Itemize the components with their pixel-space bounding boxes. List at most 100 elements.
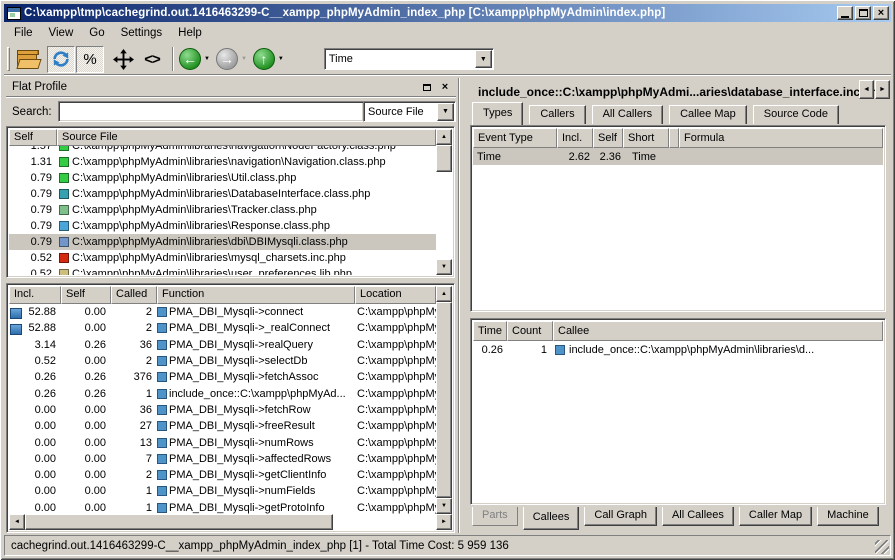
column-header[interactable]: Self (9, 129, 57, 146)
source-file-row[interactable]: 1.31C:\xampp\phpMyAdmin\libraries\naviga… (9, 154, 436, 170)
function-row[interactable]: 52.880.002PMA_DBI_Mysqli->connectC:\xamp… (9, 304, 436, 320)
column-header[interactable]: Self (593, 128, 623, 148)
forward-control[interactable]: → ▼ (216, 48, 247, 70)
dock-float-button[interactable] (420, 81, 434, 94)
menu-bar: FileViewGoSettingsHelp (4, 23, 891, 43)
column-header[interactable]: Location (355, 286, 436, 304)
group-combo-dropdown-button[interactable]: ▼ (437, 103, 454, 121)
column-header[interactable]: Event Type (473, 128, 557, 148)
close-button[interactable]: × (873, 6, 889, 20)
function-row[interactable]: 0.000.001PMA_DBI_Mysqli->numFieldsC:\xam… (9, 483, 436, 499)
tab-types[interactable]: Types (472, 102, 523, 125)
column-header[interactable]: Self (61, 286, 111, 304)
function-cell: include_once::C:\xampp\phpMyAd... (157, 388, 355, 400)
tab-machine[interactable]: Machine (817, 507, 879, 526)
menu-item-help[interactable]: Help (170, 25, 210, 41)
source-file-row[interactable]: 0.79C:\xampp\phpMyAdmin\libraries\dbi\DB… (9, 234, 436, 250)
scrollbar-thumb[interactable] (25, 514, 333, 530)
column-header[interactable]: Incl. (557, 128, 593, 148)
function-row[interactable]: 0.000.0013PMA_DBI_Mysqli->numRowsC:\xamp… (9, 434, 436, 450)
open-file-button[interactable] (14, 46, 42, 73)
source-file-row[interactable]: 0.52C:\xampp\phpMyAdmin\libraries\mysql_… (9, 250, 436, 266)
types-table-header: Event TypeIncl.SelfShort Formula (473, 128, 883, 148)
column-header[interactable]: Source File (57, 129, 436, 146)
function-row[interactable]: 0.260.261include_once::C:\xampp\phpMyAd.… (9, 385, 436, 401)
source-file-row[interactable]: 0.79C:\xampp\phpMyAdmin\libraries\Respon… (9, 218, 436, 234)
function-row[interactable]: 0.260.26376PMA_DBI_Mysqli->fetchAssocC:\… (9, 369, 436, 385)
function-row[interactable]: 0.000.002PMA_DBI_Mysqli->getClientInfoC:… (9, 467, 436, 483)
tab-caller-map[interactable]: Caller Map (739, 507, 812, 526)
column-header[interactable]: Short (623, 128, 669, 148)
source-file-row[interactable]: 0.79C:\xampp\phpMyAdmin\libraries\Databa… (9, 186, 436, 202)
incl-cost-cell: 0.00 (9, 404, 61, 416)
menu-item-go[interactable]: Go (81, 25, 112, 41)
chevron-right-icon: ► (441, 519, 447, 525)
scrollbar-thumb[interactable] (436, 302, 452, 498)
menu-item-view[interactable]: View (41, 25, 82, 41)
function-row[interactable]: 0.000.0027PMA_DBI_Mysqli->freeResultC:\x… (9, 418, 436, 434)
tab-source-code[interactable]: Source Code (753, 105, 839, 124)
file-color-icon (59, 146, 69, 151)
scroll-right-button[interactable]: ► (436, 514, 452, 530)
column-header[interactable] (669, 128, 679, 148)
tab-scroll-left-button[interactable]: ◄ (859, 80, 874, 99)
scroll-up-button[interactable]: ▲ (436, 286, 452, 302)
column-header[interactable]: Formula (679, 128, 883, 148)
tab-all-callers[interactable]: All Callers (592, 105, 664, 124)
source-file-row[interactable]: 0.79C:\xampp\phpMyAdmin\libraries\Tracke… (9, 202, 436, 218)
dock-title-bar[interactable]: Flat Profile × (6, 78, 456, 97)
function-row[interactable]: 0.000.0036PMA_DBI_Mysqli->fetchRowC:\xam… (9, 402, 436, 418)
source-file-row[interactable]: 0.52C:\xampp\phpMyAdmin\libraries\user_p… (9, 266, 436, 275)
column-header[interactable]: Called (111, 286, 157, 304)
source-list-vscrollbar[interactable]: ▲ ▼ (436, 129, 452, 275)
function-row[interactable]: 0.000.001PMA_DBI_Mysqli->getProtoInfoC:\… (9, 500, 436, 514)
function-table-hscrollbar[interactable]: ◄ ► (9, 514, 452, 530)
tab-scroll-right-button[interactable]: ► (875, 80, 890, 99)
column-header[interactable]: Function (157, 286, 355, 304)
tab-callee-map[interactable]: Callee Map (669, 105, 747, 124)
search-input[interactable] (58, 101, 364, 122)
maximize-button[interactable] (855, 6, 871, 20)
toolbar-handle[interactable] (7, 47, 10, 71)
function-row[interactable]: 52.880.002PMA_DBI_Mysqli->_realConnectC:… (9, 320, 436, 336)
minimize-button[interactable] (837, 6, 853, 20)
event-type-combobox[interactable]: Time ▼ (324, 48, 494, 70)
function-name: PMA_DBI_Mysqli->affectedRows (169, 453, 331, 465)
tab-parts[interactable]: Parts (472, 507, 518, 526)
column-header[interactable]: Callee (553, 321, 883, 341)
scroll-up-button[interactable]: ▲ (436, 129, 452, 145)
menu-item-file[interactable]: File (6, 25, 41, 41)
scroll-left-button[interactable]: ◄ (9, 514, 25, 530)
scrollbar-thumb[interactable] (436, 145, 452, 172)
function-row[interactable]: 3.140.2636PMA_DBI_Mysqli->realQueryC:\xa… (9, 337, 436, 353)
column-header[interactable]: Incl. (9, 286, 61, 304)
tab-callees[interactable]: Callees (523, 507, 580, 530)
function-row[interactable]: 0.000.007PMA_DBI_Mysqli->affectedRowsC:\… (9, 451, 436, 467)
function-table-vscrollbar[interactable]: ▲ ▼ (436, 286, 452, 514)
group-by-combobox[interactable]: Source File ▼ (363, 101, 456, 122)
percent-button[interactable]: % (76, 46, 104, 73)
cycle-button[interactable]: <> (138, 46, 166, 73)
column-header[interactable]: Time (473, 321, 507, 341)
scroll-down-button[interactable]: ▼ (436, 259, 452, 275)
scroll-down-button[interactable]: ▼ (436, 498, 452, 514)
tab-all-callees[interactable]: All Callees (662, 507, 734, 526)
column-header[interactable]: Count (507, 321, 553, 341)
back-control[interactable]: ← ▼ (179, 48, 210, 70)
title-bar[interactable]: C:\xampp\tmp\cachegrind.out.1416463299-C… (4, 4, 891, 22)
tab-callers[interactable]: Callers (529, 105, 585, 124)
up-control[interactable]: ↑ ▼ (253, 48, 284, 70)
menu-item-settings[interactable]: Settings (113, 25, 171, 41)
pan-button[interactable] (109, 46, 137, 73)
source-file-row[interactable]: 0.79C:\xampp\phpMyAdmin\libraries\Util.c… (9, 170, 436, 186)
function-row[interactable]: 0.520.002PMA_DBI_Mysqli->selectDbC:\xamp… (9, 353, 436, 369)
dock-close-button[interactable]: × (438, 81, 452, 94)
resize-grip-icon[interactable] (875, 540, 889, 554)
reload-button[interactable] (47, 46, 75, 73)
tab-call-graph[interactable]: Call Graph (584, 507, 657, 526)
function-icon (157, 421, 167, 431)
event-type-row[interactable]: Time2.622.36Time (473, 148, 883, 165)
event-combo-dropdown-button[interactable]: ▼ (475, 50, 492, 68)
source-file-row[interactable]: 1.57C:\xampp\phpMyAdmin\libraries\naviga… (9, 146, 436, 154)
callee-row[interactable]: 0.261include_once::C:\xampp\phpMyAdmin\l… (473, 341, 883, 358)
